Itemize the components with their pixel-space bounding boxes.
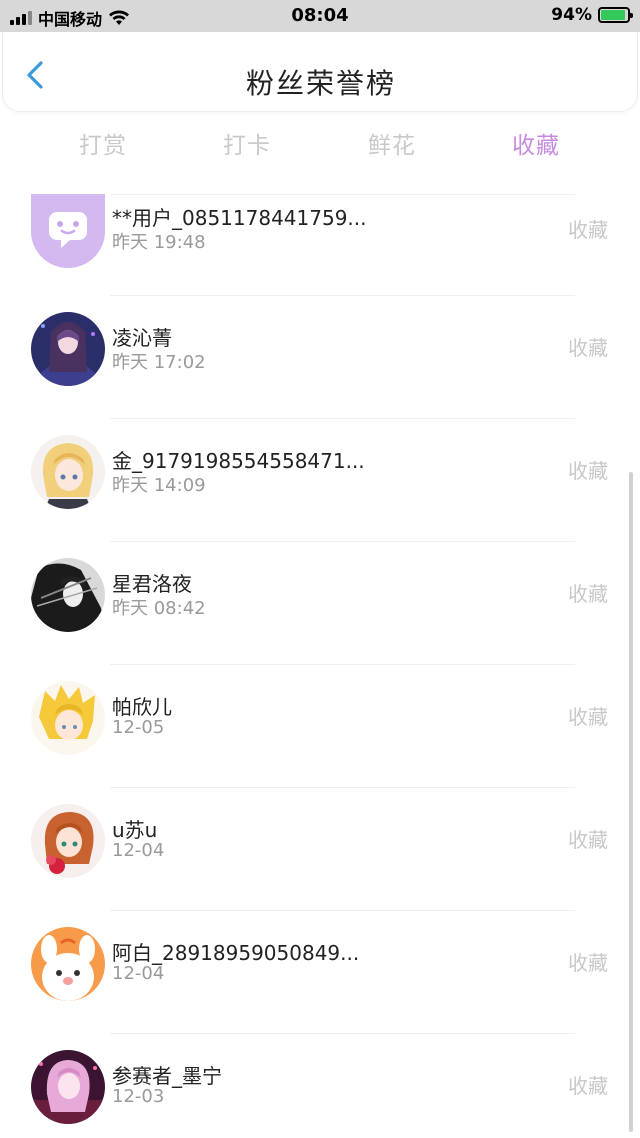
list-item[interactable]: u苏u 12-04 收藏 xyxy=(0,804,640,927)
action-label[interactable]: 收藏 xyxy=(568,332,608,361)
fan-name: 凌沁菁 xyxy=(112,326,172,350)
avatar[interactable] xyxy=(31,1050,105,1124)
divider xyxy=(110,787,575,788)
list-item[interactable]: 参赛者_墨宁 12-03 收藏 xyxy=(0,1050,640,1138)
battery-icon xyxy=(598,7,633,23)
battery-percent: 94% xyxy=(551,5,592,25)
tab-checkin[interactable]: 打卡 xyxy=(223,126,271,160)
status-bar: 中国移动 08:04 94% xyxy=(0,0,640,32)
action-label[interactable]: 收藏 xyxy=(568,578,608,607)
tab-favorites[interactable]: 收藏 xyxy=(512,126,560,160)
cartoon-bunny-avatar-icon xyxy=(31,927,105,1001)
avatar[interactable] xyxy=(31,435,105,509)
avatar[interactable] xyxy=(31,681,105,755)
list-item[interactable]: 星君洛夜 昨天 08:42 收藏 xyxy=(0,558,640,681)
avatar[interactable] xyxy=(31,927,105,1001)
action-label[interactable]: 收藏 xyxy=(568,701,608,730)
fan-time: 昨天 08:42 xyxy=(112,598,206,619)
fan-time: 昨天 17:02 xyxy=(112,352,206,373)
anime-yellow-hair-avatar-icon xyxy=(31,681,105,755)
list-item[interactable]: 金_9179198554558471... 昨天 14:09 收藏 xyxy=(0,435,640,558)
anime-blonde-avatar-icon xyxy=(31,435,105,509)
fan-name: 参赛者_墨宁 xyxy=(112,1064,222,1088)
avatar[interactable] xyxy=(31,558,105,632)
nav-header: 粉丝荣誉榜 xyxy=(2,32,638,112)
anime-pink-hair-avatar-icon xyxy=(31,1050,105,1124)
fan-time: 12-04 xyxy=(112,963,165,984)
tab-reward[interactable]: 打赏 xyxy=(79,126,127,160)
status-right: 94% xyxy=(551,5,633,25)
list-item[interactable]: 凌沁菁 昨天 17:02 收藏 xyxy=(0,312,640,435)
divider xyxy=(110,295,575,296)
divider xyxy=(110,664,575,665)
list-item[interactable]: **用户_0851178441759... 昨天 19:48 收藏 xyxy=(0,194,640,317)
fan-name: 帕欣儿 xyxy=(112,695,172,719)
fan-time: 12-04 xyxy=(112,840,165,861)
fan-time: 12-05 xyxy=(112,717,165,738)
scrollbar[interactable] xyxy=(629,472,633,1132)
avatar[interactable] xyxy=(31,804,105,878)
fan-time: 昨天 14:09 xyxy=(112,475,206,496)
page-title: 粉丝荣誉榜 xyxy=(245,67,396,100)
fan-time: 昨天 19:48 xyxy=(112,232,206,253)
action-label[interactable]: 收藏 xyxy=(568,824,608,853)
divider xyxy=(110,1033,575,1034)
action-label[interactable]: 收藏 xyxy=(568,1070,608,1099)
fan-name: 星君洛夜 xyxy=(112,572,192,596)
list-item[interactable]: 阿白_28918959050849... 12-04 收藏 xyxy=(0,927,640,1050)
clock: 08:04 xyxy=(291,5,349,26)
action-label[interactable]: 收藏 xyxy=(568,947,608,976)
fan-name: **用户_0851178441759... xyxy=(112,206,367,230)
divider xyxy=(110,910,575,911)
anime-girl-dark-avatar-icon xyxy=(31,312,105,386)
anime-orange-hair-avatar-icon xyxy=(31,804,105,878)
list-item[interactable]: 帕欣儿 12-05 收藏 xyxy=(0,681,640,804)
purple-chat-avatar-icon xyxy=(31,194,105,268)
screen: 中国移动 08:04 94% 粉丝荣誉榜 打赏 打卡 鲜花 收藏 **用户_08… xyxy=(0,0,640,1138)
avatar[interactable] xyxy=(31,312,105,386)
tab-bar: 打赏 打卡 鲜花 收藏 xyxy=(0,126,640,166)
avatar[interactable] xyxy=(31,194,105,268)
fan-name: u苏u xyxy=(112,818,158,842)
fan-time: 12-03 xyxy=(112,1086,165,1107)
fan-name: 金_9179198554558471... xyxy=(112,449,365,473)
tab-flowers[interactable]: 鲜花 xyxy=(368,126,416,160)
divider xyxy=(110,541,575,542)
action-label[interactable]: 收藏 xyxy=(568,214,608,243)
divider xyxy=(110,418,575,419)
fan-name: 阿白_28918959050849... xyxy=(112,941,360,965)
action-label[interactable]: 收藏 xyxy=(568,455,608,484)
anime-monochrome-avatar-icon xyxy=(31,558,105,632)
